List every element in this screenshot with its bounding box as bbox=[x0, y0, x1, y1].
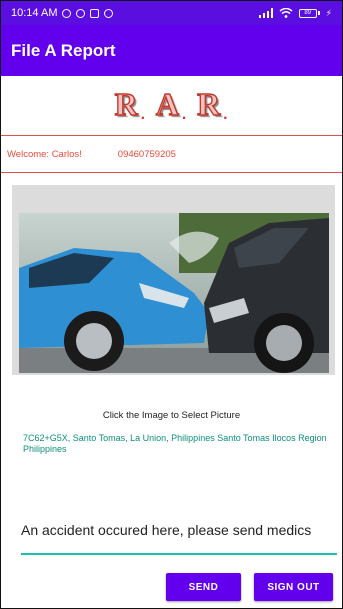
battery-level: 89 bbox=[298, 8, 317, 18]
sign-out-button[interactable]: SIGN OUT bbox=[254, 573, 333, 601]
status-time: 10:14 AM bbox=[11, 7, 58, 19]
alarm-icon bbox=[62, 8, 72, 18]
select-picture-hint: Click the Image to Select Picture bbox=[102, 410, 241, 421]
notification-icon bbox=[76, 8, 86, 18]
app-logo: R. A. R. bbox=[1, 85, 342, 124]
page-title: File A Report bbox=[11, 40, 116, 60]
report-message-input[interactable] bbox=[21, 507, 337, 555]
signal-icon bbox=[258, 8, 273, 18]
battery-icon: 89 bbox=[298, 8, 320, 18]
logo-letter-2: A. bbox=[155, 85, 188, 124]
car-crash-photo[interactable] bbox=[19, 213, 329, 373]
welcome-text: Welcome: Carlos! bbox=[7, 148, 82, 160]
location-address: 7C62+G5X, Santo Tomas, La Union, Philipp… bbox=[23, 433, 327, 454]
sync-icon bbox=[104, 8, 114, 18]
send-button[interactable]: SEND bbox=[166, 573, 241, 601]
device-frame: 10:14 AM 89 ⚡ File A Report R . A . R . … bbox=[0, 0, 343, 609]
app-bar: File A Report bbox=[1, 25, 342, 76]
image-picker[interactable] bbox=[12, 185, 335, 375]
app-notification-icon bbox=[90, 8, 100, 18]
phone-number: 09460759205 bbox=[117, 148, 176, 160]
wifi-icon bbox=[279, 8, 293, 18]
logo-letter-3: R. bbox=[196, 85, 229, 124]
status-bar: 10:14 AM 89 ⚡ bbox=[1, 1, 342, 25]
user-info-bar: Welcome: Carlos! 09460759205 bbox=[1, 135, 342, 173]
logo-letter-1: R. bbox=[114, 85, 146, 124]
charging-icon: ⚡ bbox=[325, 7, 332, 18]
